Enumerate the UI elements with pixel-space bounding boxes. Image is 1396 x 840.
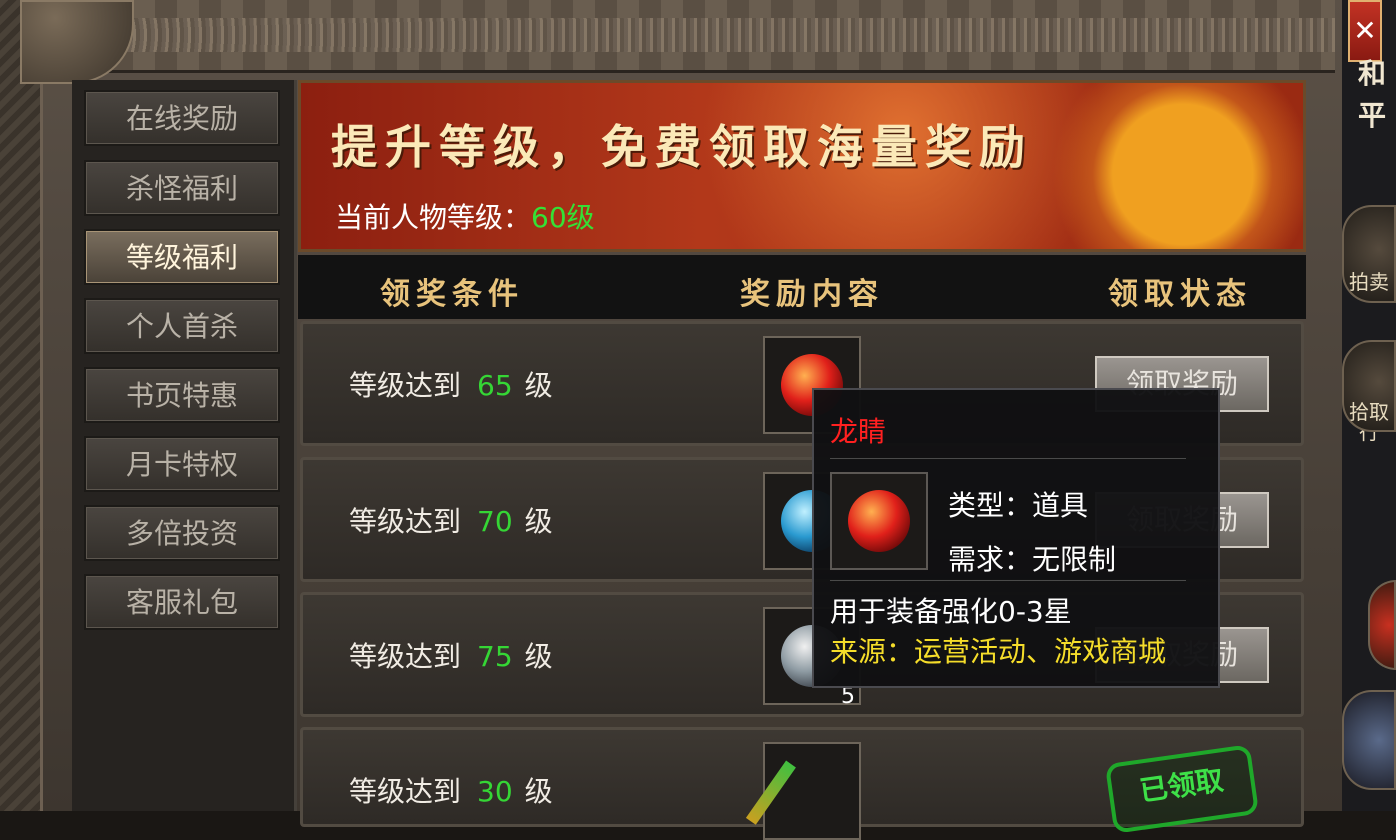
condition-suffix: 级 <box>524 369 553 402</box>
tooltip-item-name: 龙睛 <box>830 415 887 448</box>
condition-level: 65 <box>477 369 513 402</box>
menu-item-monthly-card[interactable]: 月卡特权 <box>84 436 280 492</box>
item-tooltip: 龙睛 类型：道具 需求：无限制 用于装备强化0-3星 来源：运营活动、游戏商城 <box>812 388 1220 688</box>
condition-text: 等级达到 70 级 <box>349 500 553 540</box>
tooltip-type: 类型：道具 <box>948 489 1089 522</box>
menu-item-page-deal[interactable]: 书页特惠 <box>84 367 280 423</box>
condition-prefix: 等级达到 <box>349 505 462 538</box>
tooltip-requirement: 需求：无限制 <box>948 543 1117 576</box>
menu-item-kill-welfare[interactable]: 杀怪福利 <box>84 160 280 216</box>
condition-prefix: 等级达到 <box>349 640 462 673</box>
header-condition: 领奖条件 <box>380 277 524 312</box>
condition-suffix: 级 <box>524 640 553 673</box>
pickup-button[interactable]: 拾取 <box>1342 340 1396 432</box>
condition-level: 70 <box>477 505 513 538</box>
skill-icon[interactable] <box>1368 580 1396 670</box>
claimed-stamp: 已领取 <box>1104 744 1260 834</box>
menu-item-service-gift[interactable]: 客服礼包 <box>84 574 280 630</box>
current-level: 当前人物等级：60级 <box>335 196 595 236</box>
mode-char-2: 平 <box>1358 99 1387 132</box>
menu-item-level-welfare[interactable]: 等级福利 <box>84 229 280 285</box>
menu-item-investment[interactable]: 多倍投资 <box>84 505 280 561</box>
table-header: 领奖条件 奖励内容 领取状态 <box>298 255 1306 319</box>
mode-char-1: 和 <box>1358 57 1387 90</box>
tooltip-source: 来源：运营活动、游戏商城 <box>830 635 1167 668</box>
condition-level: 75 <box>477 640 513 673</box>
condition-level: 30 <box>477 775 513 808</box>
tooltip-description: 用于装备强化0-3星 <box>830 595 1072 628</box>
header-status: 领取状态 <box>1108 277 1252 312</box>
condition-suffix: 级 <box>524 775 553 808</box>
auction-button[interactable]: 拍卖行 <box>1342 205 1396 444</box>
character-icon[interactable] <box>1342 690 1396 790</box>
condition-text: 等级达到 30 级 <box>349 770 553 810</box>
dragon-eye-orb-icon <box>848 490 910 552</box>
reward-row: 等级达到 30 级 已领取 <box>300 727 1304 840</box>
current-level-label: 当前人物等级： <box>335 201 532 234</box>
condition-suffix: 级 <box>524 505 553 538</box>
menu-item-first-kill[interactable]: 个人首杀 <box>84 298 280 354</box>
pickup-label: 拾取 <box>1349 400 1389 424</box>
condition-text: 等级达到 65 级 <box>349 364 553 404</box>
header-reward: 奖励内容 <box>740 277 884 312</box>
current-level-value: 60级 <box>531 201 595 234</box>
condition-text: 等级达到 75 级 <box>349 635 553 675</box>
background-texture <box>0 0 45 811</box>
staff-icon <box>745 760 796 825</box>
welfare-menu: 在线奖励 杀怪福利 等级福利 个人首杀 书页特惠 月卡特权 多倍投资 客服礼包 <box>72 80 297 811</box>
condition-prefix: 等级达到 <box>349 369 462 402</box>
reward-slot[interactable] <box>745 742 861 840</box>
window-top-border <box>45 0 1335 73</box>
condition-prefix: 等级达到 <box>349 775 462 808</box>
banner-title: 提升等级，免费领取海量奖励 <box>331 120 1033 174</box>
menu-item-online-reward[interactable]: 在线奖励 <box>84 90 280 146</box>
tooltip-item-slot <box>830 472 928 570</box>
level-banner: 提升等级，免费领取海量奖励 当前人物等级：60级 <box>298 80 1306 252</box>
